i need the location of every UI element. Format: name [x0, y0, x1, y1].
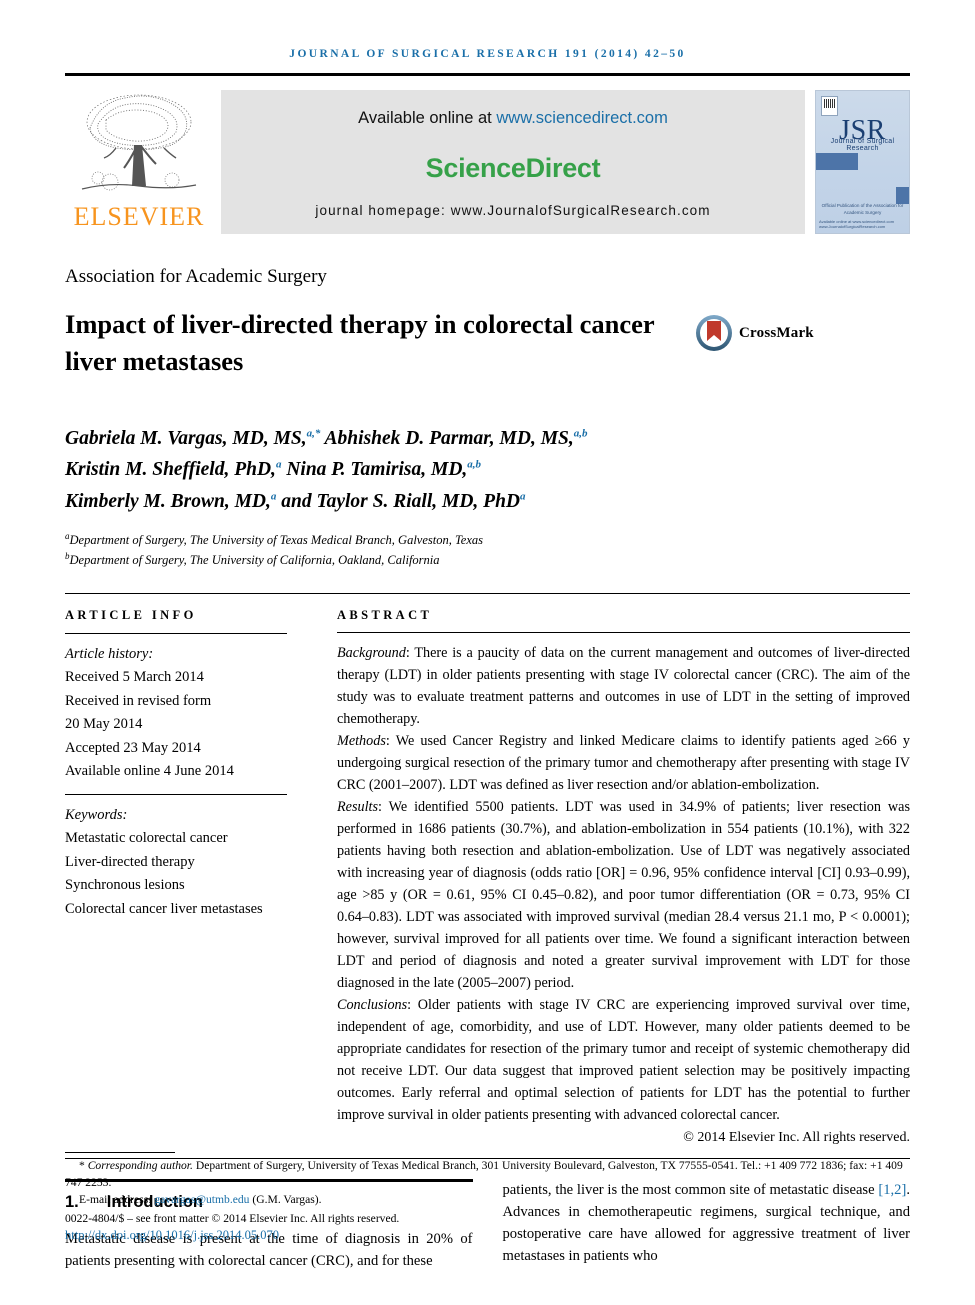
sciencedirect-banner: Available online at www.sciencedirect.co… [221, 90, 805, 234]
email-note: E-mail address: gavargas@utmb.edu (G.M. … [65, 1192, 920, 1209]
cover-footer-line: Available online at www.sciencedirect.co… [819, 218, 895, 230]
available-online-line: Available online at www.sciencedirect.co… [358, 109, 668, 128]
history-item: Accepted 23 May 2014 [65, 739, 201, 756]
email-suffix: (G.M. Vargas). [249, 1192, 322, 1206]
author-affil-marker: a,b [467, 458, 482, 471]
info-separator-rule [65, 592, 910, 594]
keywords-label: Keywords: [65, 806, 128, 823]
abstract-section-label: Conclusions [337, 996, 408, 1013]
keywords-block: Keywords: Metastatic colorectal cancer L… [65, 804, 327, 921]
info-abstract-columns: ARTICLE INFO Article history: Received 5… [65, 608, 910, 1146]
article-info-heading: ARTICLE INFO [65, 607, 197, 622]
society-name: Association for Academic Surgery [65, 266, 327, 287]
affiliation-text: Department of Surgery, The University of… [69, 532, 484, 547]
author-affil-marker: a [275, 458, 282, 471]
footnote-rule [65, 1152, 175, 1153]
author-name: Kristin M. Sheffield, PhD, [65, 459, 276, 481]
author-name: Gabriela M. Vargas, MD, MS, [65, 427, 307, 449]
history-item: Received 5 March 2014 [65, 669, 204, 686]
author-list: Gabriela M. Vargas, MD, MS,a,* Abhishek … [65, 423, 910, 518]
author-name: Abhishek D. Parmar, MD, MS, [324, 427, 574, 449]
affiliation-item: bDepartment of Surgery, The University o… [65, 550, 910, 571]
sciencedirect-logo: ScienceDirect [425, 153, 601, 183]
keyword-item: Liver-directed therapy [65, 853, 195, 870]
footnote-block: * Corresponding author. Department of Su… [65, 1152, 920, 1243]
abstract-column: ABSTRACT Background: There is a paucity … [337, 608, 910, 1146]
abstract-copyright: © 2014 Elsevier Inc. All rights reserved… [683, 1129, 910, 1145]
title-row: Impact of liver-directed therapy in colo… [65, 288, 910, 397]
corresponding-label: Corresponding author. [87, 1159, 193, 1172]
abstract-section: Conclusions: Older patients with stage I… [337, 994, 910, 1126]
crossmark-icon [696, 315, 732, 351]
affiliation-list: aDepartment of Surgery, The University o… [65, 530, 910, 571]
doi-link[interactable]: http://dx.doi.org/10.1016/j.jss.2014.05.… [65, 1228, 920, 1243]
abstract-section: Methods: We used Cancer Registry and lin… [337, 730, 910, 796]
abstract-section: Results: We identified 5500 patients. LD… [337, 796, 910, 994]
author-name: Nina P. Tamirisa, MD, [286, 459, 468, 481]
keywords-rule [65, 793, 287, 795]
abstract-section: Background: There is a paucity of data o… [337, 642, 910, 730]
cover-accent-bar-left [816, 153, 858, 170]
author-name: Kimberly M. Brown, MD, [65, 491, 271, 513]
issn-line: 0022-4804/$ – see front matter © 2014 El… [65, 1212, 400, 1226]
author-affil-marker: a,b [573, 427, 588, 440]
cover-stamp-icon [821, 96, 838, 116]
elsevier-tree-icon [81, 94, 197, 191]
email-link[interactable]: gavargas@utmb.edu [154, 1193, 249, 1206]
abstract-section-label: Results [337, 798, 378, 815]
affiliation-item: aDepartment of Surgery, The University o… [65, 530, 910, 551]
author-affil-marker: a [270, 490, 277, 503]
history-item: 20 May 2014 [65, 716, 143, 733]
abstract-heading: ABSTRACT [337, 607, 433, 622]
article-info-rule [65, 632, 287, 634]
author-name: and Taylor S. Riall, MD, PhD [281, 491, 520, 513]
abstract-rule [337, 631, 910, 633]
abstract-section-text: : Older patients with stage IV CRC are e… [337, 996, 910, 1123]
abstract-section-text: : We identified 5500 patients. LDT was u… [337, 798, 910, 991]
abstract-section-text: : There is a paucity of data on the curr… [337, 644, 910, 727]
keyword-item: Metastatic colorectal cancer [65, 830, 228, 847]
abstract-section-label: Methods [337, 732, 386, 749]
abstract-section-text: : We used Cancer Registry and linked Med… [337, 732, 910, 793]
email-label: E-mail address: [79, 1192, 155, 1206]
cover-subtitle: Journal of Surgical Research [830, 138, 895, 152]
abstract-body: Background: There is a paucity of data o… [337, 642, 910, 1126]
history-item: Received in revised form [65, 692, 212, 709]
elsevier-wordmark: ELSEVIER [73, 202, 205, 231]
journal-article-page: JOURNAL OF SURGICAL RESEARCH 191 (2014) … [0, 0, 975, 1305]
page-title: Impact of liver-directed therapy in colo… [65, 309, 655, 376]
cover-association-line: Official Publication of the Association … [821, 203, 904, 215]
affiliation-text: Department of Surgery, The University of… [69, 553, 440, 568]
author-affil-marker: a,* [306, 427, 321, 440]
crossmark-label: CrossMark [739, 324, 814, 341]
journal-cover-thumbnail: JSR Journal of Surgical Research Officia… [815, 90, 910, 234]
masthead: ELSEVIER Available online at www.science… [65, 90, 910, 234]
author-affil-marker: a [520, 490, 526, 503]
article-info-column: ARTICLE INFO Article history: Received 5… [65, 608, 337, 1146]
elsevier-logo: ELSEVIER [65, 90, 213, 234]
history-item: Available online 4 June 2014 [65, 763, 234, 780]
sciencedirect-link[interactable]: www.sciencedirect.com [496, 109, 667, 127]
corresponding-author-note: * Corresponding author. Department of Su… [65, 1158, 920, 1192]
available-online-text: Available online at [358, 109, 497, 127]
corresponding-marker: * [79, 1159, 85, 1172]
keyword-item: Colorectal cancer liver metastases [65, 900, 263, 917]
journal-homepage-line: journal homepage: www.JournalofSurgicalR… [315, 203, 711, 218]
article-history-block: Article history: Received 5 March 2014 R… [65, 643, 327, 784]
crossmark-badge[interactable]: CrossMark [695, 314, 814, 352]
article-history-label: Article history: [65, 645, 154, 662]
running-head: JOURNAL OF SURGICAL RESEARCH 191 (2014) … [289, 48, 686, 60]
keyword-item: Synchronous lesions [65, 877, 185, 894]
cover-accent-bar-right [896, 187, 909, 204]
header-rule [65, 73, 910, 76]
abstract-section-label: Background [337, 644, 406, 661]
